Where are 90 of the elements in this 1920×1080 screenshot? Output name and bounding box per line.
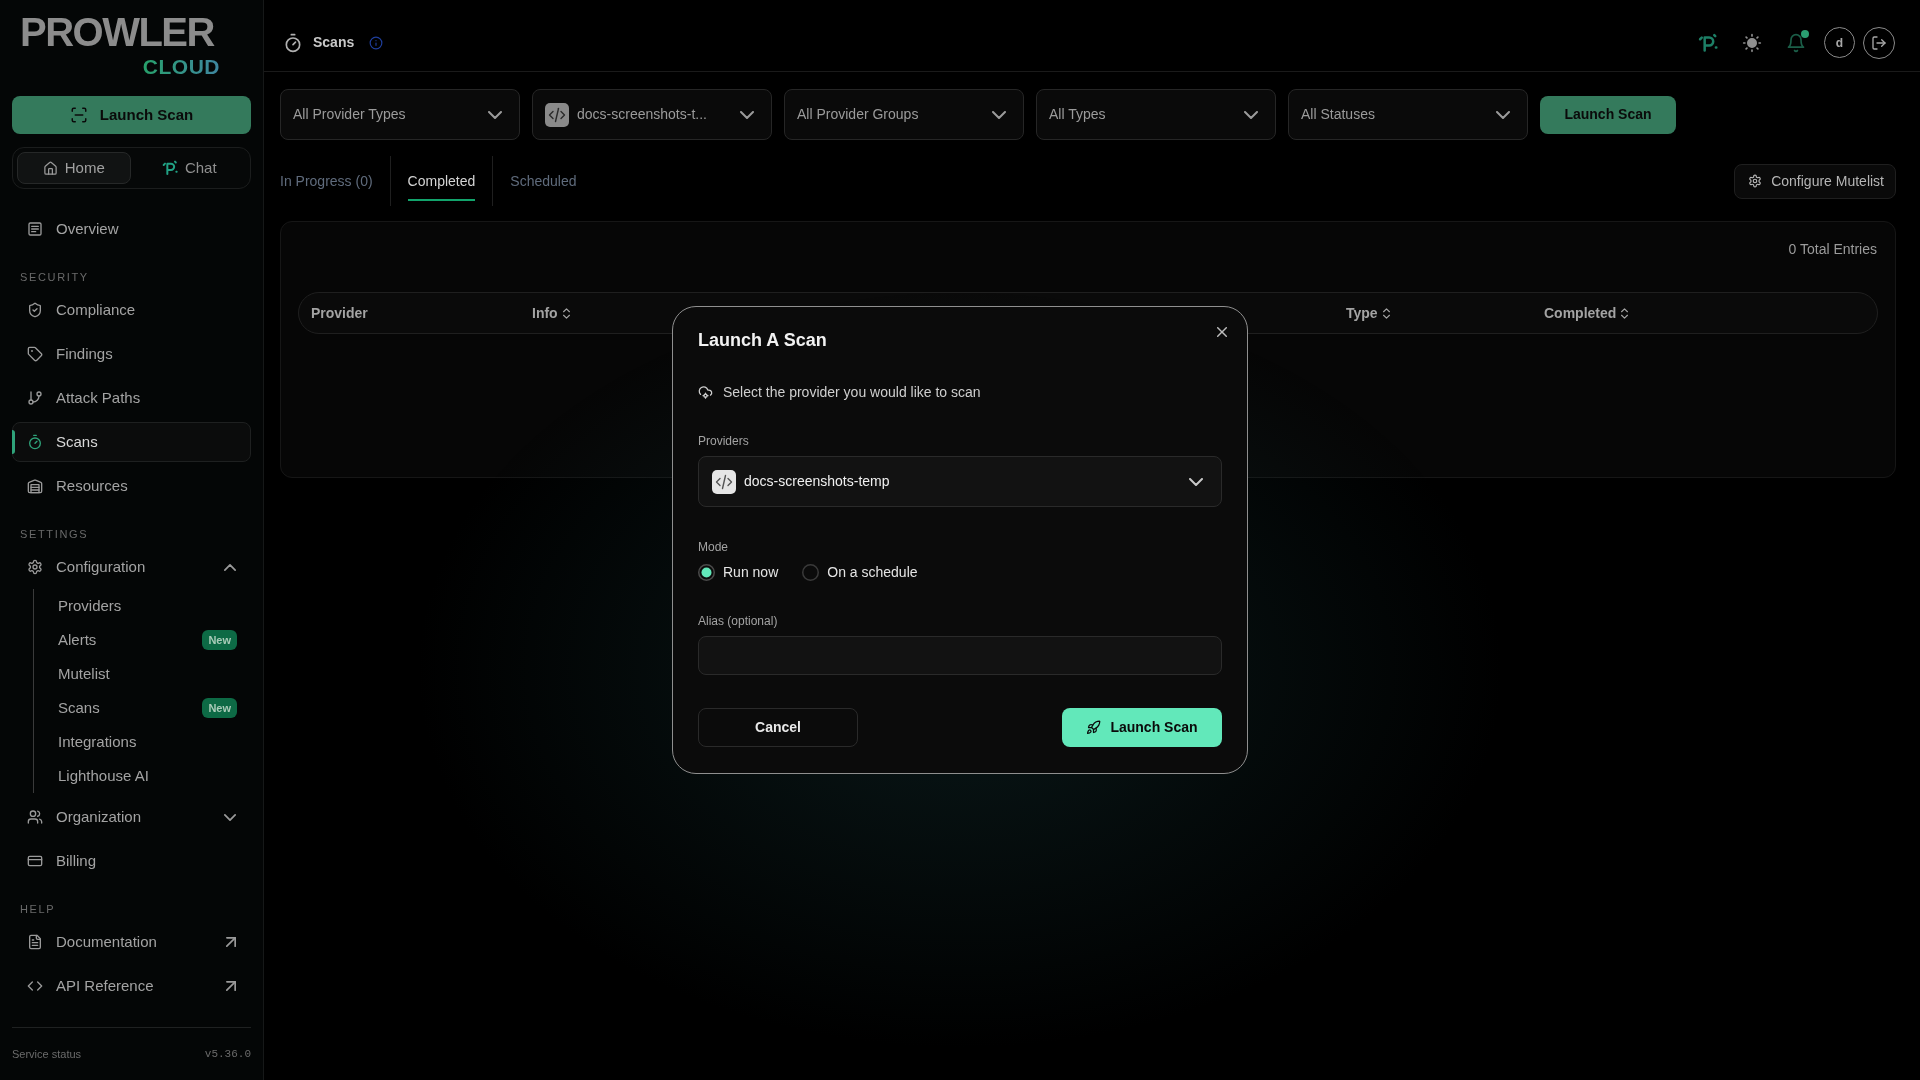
nav-item[interactable]: Documentation <box>12 922 251 962</box>
service-status-link[interactable]: Service status <box>12 1045 82 1063</box>
tag-icon <box>27 346 43 362</box>
column-header: Provider <box>311 303 368 323</box>
view-tab[interactable]: Home <box>17 152 131 184</box>
nav-subitem[interactable]: Lighthouse AI <box>34 759 251 793</box>
provider-select[interactable]: docs-screenshots-temp <box>698 456 1222 507</box>
alias-input[interactable] <box>698 636 1222 675</box>
version-label: v5.36.0 <box>204 1046 251 1062</box>
section-heading: SETTINGS <box>19 526 89 542</box>
column-header[interactable]: Type <box>1346 302 1390 324</box>
column-header[interactable]: Info <box>532 302 570 324</box>
filter-dropdown[interactable]: docs-screenshots-t... <box>532 89 772 140</box>
chevron-down-icon <box>1496 110 1510 119</box>
nav-item[interactable]: Configuration <box>12 547 251 587</box>
document-list-icon <box>27 221 43 237</box>
code-icon <box>27 978 43 994</box>
chevron-down-icon <box>1189 477 1203 486</box>
logo-wordmark: PROWLER <box>20 13 214 51</box>
close-icon[interactable] <box>1217 327 1227 337</box>
nav-item[interactable]: Attack Paths <box>12 378 251 418</box>
house-icon <box>42 160 58 176</box>
nav-item[interactable]: Findings <box>12 334 251 374</box>
radio-button[interactable] <box>802 563 820 581</box>
radio-option[interactable]: Run now <box>698 561 779 583</box>
branch-icon <box>27 390 43 406</box>
settings-icon <box>1748 174 1763 188</box>
nav-item[interactable]: Resources <box>12 466 251 506</box>
dialog-title: Launch A Scan <box>698 329 827 352</box>
credit-card-icon <box>27 853 43 869</box>
external-link-icon <box>226 937 236 947</box>
view-tab[interactable]: Chat <box>132 152 246 184</box>
nav-item[interactable]: Scans <box>12 422 251 462</box>
external-link-icon <box>226 981 236 991</box>
launch-scan-button[interactable]: Launch Scan <box>1062 708 1222 747</box>
warehouse-icon <box>27 478 43 494</box>
field-label: Alias (optional) <box>698 613 778 629</box>
sun-icon[interactable] <box>1742 32 1762 53</box>
configure-mutelist-button[interactable]: Configure Mutelist <box>1734 163 1896 199</box>
filter-dropdown[interactable]: All Statuses <box>1288 89 1528 140</box>
bell-icon[interactable] <box>1786 32 1806 53</box>
code-tile-icon <box>712 469 736 494</box>
p-logo-icon[interactable] <box>1698 32 1718 53</box>
filter-dropdown[interactable]: All Provider Groups <box>784 89 1024 140</box>
page-title: Scans <box>313 33 355 52</box>
new-badge: New <box>202 630 237 650</box>
stopwatch-icon <box>283 32 303 53</box>
shield-check-icon <box>27 302 43 318</box>
nav-item[interactable]: Overview <box>12 209 251 249</box>
nav-subitem[interactable]: Providers <box>34 589 251 623</box>
entries-count: 0 Total Entries <box>1788 240 1877 259</box>
code-tile-icon <box>545 102 569 127</box>
cloud-icon <box>698 384 713 400</box>
scan-icon <box>69 106 88 124</box>
field-label: Providers <box>698 433 749 449</box>
column-header[interactable]: Completed <box>1544 302 1629 324</box>
nav-item[interactable]: API Reference <box>12 966 251 1006</box>
filter-dropdown[interactable]: All Provider Types <box>280 89 520 140</box>
nav-subitem[interactable]: Integrations <box>34 725 251 759</box>
section-heading: HELP <box>19 901 56 917</box>
nav-subitem[interactable]: Mutelist <box>34 657 251 691</box>
cancel-button[interactable]: Cancel <box>698 708 858 747</box>
settings-icon <box>27 559 43 575</box>
new-badge: New <box>202 698 237 718</box>
logout-icon <box>1871 34 1887 51</box>
launch-scan-button[interactable]: Launch Scan <box>12 96 251 134</box>
document-icon <box>27 934 43 950</box>
users-icon <box>27 809 43 825</box>
nav-item[interactable]: Organization <box>12 797 251 837</box>
p-logo-icon <box>161 160 178 176</box>
nav-subitem[interactable]: Alerts New <box>34 623 251 657</box>
dialog-hint: Select the provider you would like to scan <box>723 382 981 402</box>
radio-option[interactable]: On a schedule <box>802 561 918 583</box>
tab[interactable]: Completed <box>390 156 493 206</box>
field-label: Mode <box>698 539 729 555</box>
tab[interactable]: Scheduled <box>493 156 594 206</box>
chevron-down-icon <box>488 110 502 119</box>
nav-item[interactable]: Compliance <box>12 290 251 330</box>
chevron-down-icon <box>992 110 1006 119</box>
section-heading: SECURITY <box>19 269 89 285</box>
filter-dropdown[interactable]: All Types <box>1036 89 1276 140</box>
chevron-down-icon <box>1244 110 1258 119</box>
rocket-icon <box>1086 720 1102 735</box>
tab[interactable]: In Progress (0) <box>280 156 390 206</box>
nav-item[interactable]: Billing <box>12 841 251 881</box>
stopwatch-icon <box>27 434 43 450</box>
launch-scan-button[interactable]: Launch Scan <box>1540 95 1676 134</box>
nav-subitem[interactable]: Scans New <box>34 691 251 725</box>
radio-button[interactable] <box>698 563 715 581</box>
chevron-down-icon <box>740 110 754 119</box>
